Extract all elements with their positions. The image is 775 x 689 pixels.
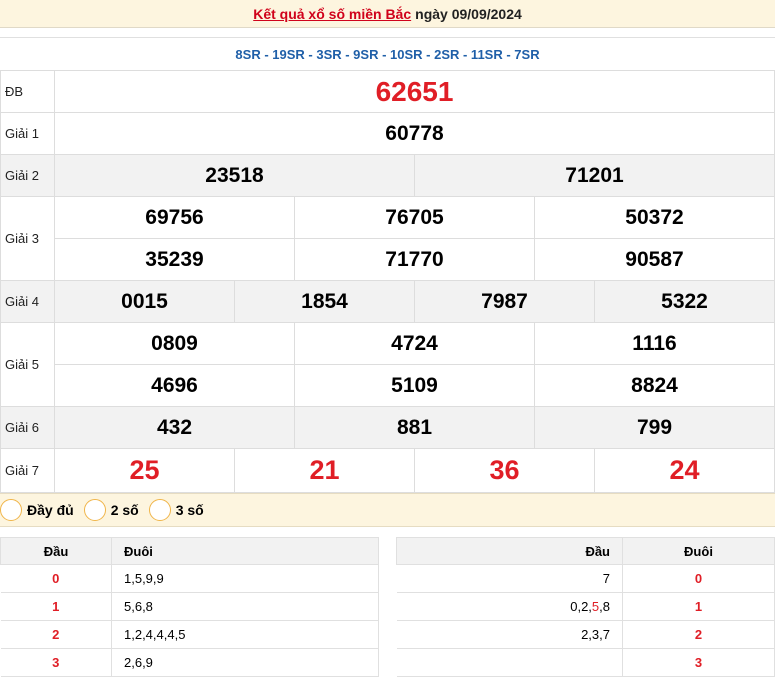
table-row: 2,3,7 2: [396, 620, 775, 649]
option-2-digits-label: 2 số: [110, 502, 139, 518]
prize-g7-value: 25: [54, 448, 235, 493]
label-g1: Giải 1: [0, 112, 55, 155]
row-g3a: Giải 3 69756 76705 50372: [0, 196, 775, 281]
option-2-digits[interactable]: 2 số: [83, 499, 139, 521]
row-g4: Giải 4 0015 1854 7987 5322: [0, 280, 775, 323]
display-options: Đầy đủ 2 số 3 số: [0, 493, 775, 527]
duoi-header: Đuôi: [622, 537, 775, 565]
prize-g5-value: 8824: [534, 364, 775, 407]
row-g6: Giải 6 432 881 799: [0, 406, 775, 449]
prize-g6-value: 432: [54, 406, 295, 449]
duoi-key: 0: [622, 564, 775, 593]
table-row: 1 5,6,8: [0, 592, 379, 621]
prize-g5-value: 0809: [54, 322, 295, 365]
prize-g3-value: 76705: [294, 196, 535, 239]
table-row: 3: [396, 648, 775, 677]
table-row: 0 1,5,9,9: [0, 564, 379, 593]
radio-full[interactable]: [0, 499, 22, 521]
duoi-key: 2: [622, 620, 775, 649]
duoi-values: 7: [396, 564, 623, 593]
row-g5b: 4696 5109 8824: [1, 364, 775, 407]
duoi-header: Đuôi: [111, 537, 379, 565]
prize-g4-value: 0015: [54, 280, 235, 323]
prize-g2-value: 23518: [54, 154, 415, 197]
dau-values: 1,5,9,9: [111, 564, 379, 593]
prize-g6-value: 881: [294, 406, 535, 449]
duoi-table: Đầu Đuôi 7 0 0,2,5,8 1 2,3,7 2 3: [396, 537, 775, 677]
row-db: ĐB 62651: [0, 70, 775, 113]
prize-g3-value: 50372: [534, 196, 775, 239]
dau-key: 0: [0, 564, 112, 593]
results-date: ngày 09/09/2024: [415, 5, 522, 22]
duoi-values: 0,2,5,8: [396, 592, 623, 621]
option-3-digits-label: 3 số: [175, 502, 204, 518]
dau-header: Đầu: [0, 537, 112, 565]
label-g5: Giải 5: [0, 322, 55, 407]
dau-key: 3: [0, 648, 112, 677]
table-row: 3 2,6,9: [0, 648, 379, 677]
row-g3b: 35239 71770 90587: [1, 238, 775, 281]
results-table: ĐB 62651 Giải 1 60778 Giải 2 23518 71201…: [0, 70, 775, 493]
radio-2-digits[interactable]: [83, 499, 106, 521]
label-db: ĐB: [0, 70, 55, 113]
ticket-codes: 8SR - 19SR - 3SR - 9SR - 10SR - 2SR - 11…: [0, 37, 775, 70]
option-full[interactable]: Đầy đủ: [0, 499, 74, 521]
results-header: Kết quả xổ số miền Bắc ngày 09/09/2024: [0, 0, 775, 28]
duoi-values: [396, 648, 623, 677]
dau-key: 1: [0, 592, 112, 621]
prize-g7-value: 36: [414, 448, 595, 493]
duoi-key: 3: [622, 648, 775, 677]
duoi-values: 2,3,7: [396, 620, 623, 649]
dau-values: 2,6,9: [111, 648, 379, 677]
dau-header: Đầu: [396, 537, 623, 565]
prize-g5-value: 4696: [54, 364, 295, 407]
radio-3-digits[interactable]: [148, 499, 171, 521]
row-g2: Giải 2 23518 71201: [0, 154, 775, 197]
table-row: 2 1,2,4,4,4,5: [0, 620, 379, 649]
prize-g3-value: 69756: [54, 196, 295, 239]
table-row: 7 0: [396, 564, 775, 593]
prize-g4-value: 7987: [414, 280, 595, 323]
prize-g2-value: 71201: [414, 154, 775, 197]
prize-g1-value: 60778: [54, 112, 775, 155]
dau-key: 2: [0, 620, 112, 649]
option-3-digits[interactable]: 3 số: [148, 499, 204, 521]
option-full-label: Đầy đủ: [27, 502, 74, 518]
prize-g4-value: 5322: [594, 280, 775, 323]
prize-g6-value: 799: [534, 406, 775, 449]
prize-db-value: 62651: [54, 70, 775, 113]
table-row: 0,2,5,8 1: [396, 592, 775, 621]
label-g2: Giải 2: [0, 154, 55, 197]
prize-g7-value: 21: [234, 448, 415, 493]
prize-g5-value: 4724: [294, 322, 535, 365]
prize-g7-value: 24: [594, 448, 775, 493]
label-g4: Giải 4: [0, 280, 55, 323]
results-title-link[interactable]: Kết quả xổ số miền Bắc: [253, 6, 411, 22]
prize-g4-value: 1854: [234, 280, 415, 323]
row-g5a: Giải 5 0809 4724 1116: [0, 322, 775, 407]
prize-g5-value: 5109: [294, 364, 535, 407]
row-g7: Giải 7 25 21 36 24: [0, 448, 775, 493]
label-g6: Giải 6: [0, 406, 55, 449]
dau-values: 5,6,8: [111, 592, 379, 621]
prize-g3-value: 35239: [54, 238, 295, 281]
dau-table: Đầu Đuôi 0 1,5,9,9 1 5,6,8 2 1,2,4,4,4,5…: [0, 537, 379, 677]
duoi-key: 1: [622, 592, 775, 621]
dau-values: 1,2,4,4,4,5: [111, 620, 379, 649]
label-g7: Giải 7: [0, 448, 55, 493]
label-g3: Giải 3: [0, 196, 55, 281]
prize-g5-value: 1116: [534, 322, 775, 365]
row-g1: Giải 1 60778: [0, 112, 775, 155]
prize-g3-value: 90587: [534, 238, 775, 281]
prize-g3-value: 71770: [294, 238, 535, 281]
loto-tables: Đầu Đuôi 0 1,5,9,9 1 5,6,8 2 1,2,4,4,4,5…: [0, 537, 775, 677]
